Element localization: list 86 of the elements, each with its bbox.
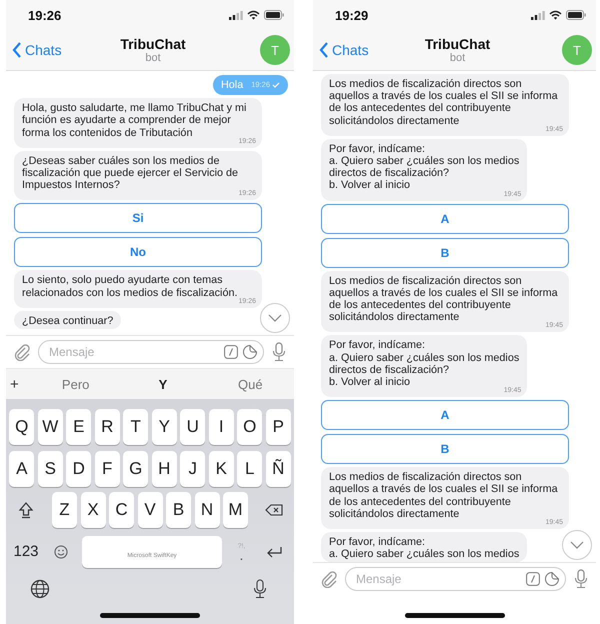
- keyboard-key[interactable]: P: [266, 409, 291, 445]
- back-button[interactable]: Chats: [12, 42, 90, 58]
- word-suggestion[interactable]: Y: [119, 376, 207, 392]
- message-input-field[interactable]: Mensaje: [38, 340, 264, 364]
- keyboard-key[interactable]: W: [38, 409, 63, 445]
- microphone-button[interactable]: [270, 340, 288, 364]
- signal-icon: [531, 10, 545, 20]
- message-text: Los medios de fiscalización directos son aquellos a través de los cuales el SII se informa de los antecedentes del contribuyente solicitándolos directamente: [329, 274, 558, 324]
- chevron-left-icon: [12, 42, 22, 58]
- reply-button[interactable]: Si: [14, 203, 262, 234]
- keyboard-key[interactable]: G: [123, 450, 148, 486]
- keyboard-key[interactable]: K: [208, 450, 234, 486]
- keyboard-key[interactable]: V: [138, 492, 162, 528]
- slash-command-icon: [526, 572, 540, 586]
- reply-button[interactable]: No: [14, 237, 262, 268]
- keyboard-key[interactable]: X: [80, 492, 106, 528]
- keyboard-key[interactable]: M: [223, 492, 248, 528]
- backspace-icon: [265, 504, 283, 516]
- message-text: ¿Desea continuar?: [22, 314, 114, 328]
- message-text: Hola: [221, 79, 244, 92]
- microphone-icon: [574, 569, 588, 589]
- keyboard-key[interactable]: Z: [52, 492, 77, 528]
- keyboard-key[interactable]: I: [208, 409, 234, 445]
- keyboard-key[interactable]: Y: [152, 409, 177, 445]
- chat-title: TribuChat: [424, 36, 490, 52]
- chevron-down-icon: [268, 314, 282, 322]
- return-icon: [265, 544, 283, 558]
- signal-icon: [229, 10, 243, 20]
- message-text: Por favor, indícame: a. Quiero saber ¿cuáles son los medios: [329, 536, 520, 560]
- wifi-icon: [247, 10, 260, 20]
- battery-icon: [264, 10, 284, 20]
- paperclip-icon: [14, 343, 30, 361]
- keyboard-key[interactable]: F: [94, 450, 120, 486]
- reply-button[interactable]: A: [321, 400, 569, 430]
- wifi-icon: [549, 10, 562, 20]
- reply-button[interactable]: B: [321, 238, 569, 268]
- shift-icon: [18, 501, 34, 519]
- numbers-key[interactable]: 123: [13, 543, 39, 560]
- keyboard-key[interactable]: J: [180, 450, 206, 486]
- reply-button[interactable]: B: [321, 434, 569, 464]
- status-time: 19:29: [335, 8, 368, 22]
- keyboard-key[interactable]: L: [237, 450, 262, 486]
- keyboard-key[interactable]: A: [9, 450, 34, 486]
- word-suggestion[interactable]: Qué: [206, 376, 294, 392]
- message-text: ¿Deseas saber cuáles son los medios de fiscalización que puede ejercer el Servicio de Impuestos Internos?: [22, 154, 239, 192]
- message-text: Por favor, indícame: a. Quiero saber ¿cuáles son los medios directos de fiscalización? b. Volver al inicio: [329, 142, 520, 192]
- check-icon: [272, 82, 280, 88]
- add-suggestion-button[interactable]: +: [6, 376, 32, 392]
- message-text: Por favor, indícame: a. Quiero saber ¿cuáles son los medios directos de fiscalización? b. Volver al inicio: [329, 339, 520, 388]
- message-text: Lo siento, solo puedo ayudarte con temas relacionados con los medios de fiscalización.: [22, 274, 238, 299]
- keyboard-key[interactable]: S: [38, 450, 63, 486]
- sticker-icon: [544, 571, 560, 587]
- keyboard-key[interactable]: B: [166, 492, 191, 528]
- smiley-icon: [54, 544, 68, 558]
- keyboard-key[interactable]: E: [66, 409, 92, 445]
- microphone-icon: [272, 342, 286, 362]
- chevron-left-icon: [319, 42, 329, 58]
- paperclip-icon: [321, 570, 337, 588]
- battery-icon: [566, 10, 586, 20]
- keyboard-key[interactable]: R: [94, 409, 120, 445]
- keyboard-key[interactable]: Ñ: [266, 450, 291, 486]
- sticker-icon: [242, 344, 258, 360]
- keyboard-key[interactable]: D: [66, 450, 92, 486]
- chat-subtitle: bot: [145, 52, 161, 64]
- chat-subtitle: bot: [450, 52, 466, 64]
- keyboard-key[interactable]: C: [109, 492, 134, 528]
- keyboard-key[interactable]: Q: [9, 409, 34, 445]
- microphone-icon: [253, 579, 267, 599]
- chat-title: TribuChat: [120, 36, 186, 52]
- chevron-down-icon: [570, 541, 584, 549]
- message-text: Los medios de fiscalización directos son aquellos a través de los cuales el SII se informa de los antecedentes del contribuyente solicitándolos directamente: [329, 471, 558, 520]
- keyboard-key[interactable]: T: [123, 409, 148, 445]
- keyboard-key[interactable]: O: [237, 409, 262, 445]
- message-text: Los medios de fiscalización directos son aquellos a través de los cuales el SII se informa de los antecedentes del contribuyente solicitándolos directamente: [329, 78, 558, 127]
- message-input-field[interactable]: Mensaje: [345, 567, 566, 591]
- message-text: Hola, gusto saludarte, me llamo TribuChat y mi función es ayudarte a comprender de mejor forma los contenidos de Tributación: [22, 102, 246, 139]
- status-time: 19:26: [28, 8, 62, 22]
- reply-button[interactable]: A: [321, 204, 569, 234]
- word-suggestion[interactable]: Pero: [32, 376, 120, 392]
- keyboard-key[interactable]: H: [152, 450, 177, 486]
- globe-icon: [30, 579, 50, 599]
- slash-command-icon: [224, 345, 238, 359]
- microphone-button[interactable]: [572, 567, 590, 591]
- back-button[interactable]: Chats: [319, 42, 397, 58]
- keyboard-key[interactable]: U: [180, 409, 206, 445]
- keyboard-key[interactable]: N: [194, 492, 220, 528]
